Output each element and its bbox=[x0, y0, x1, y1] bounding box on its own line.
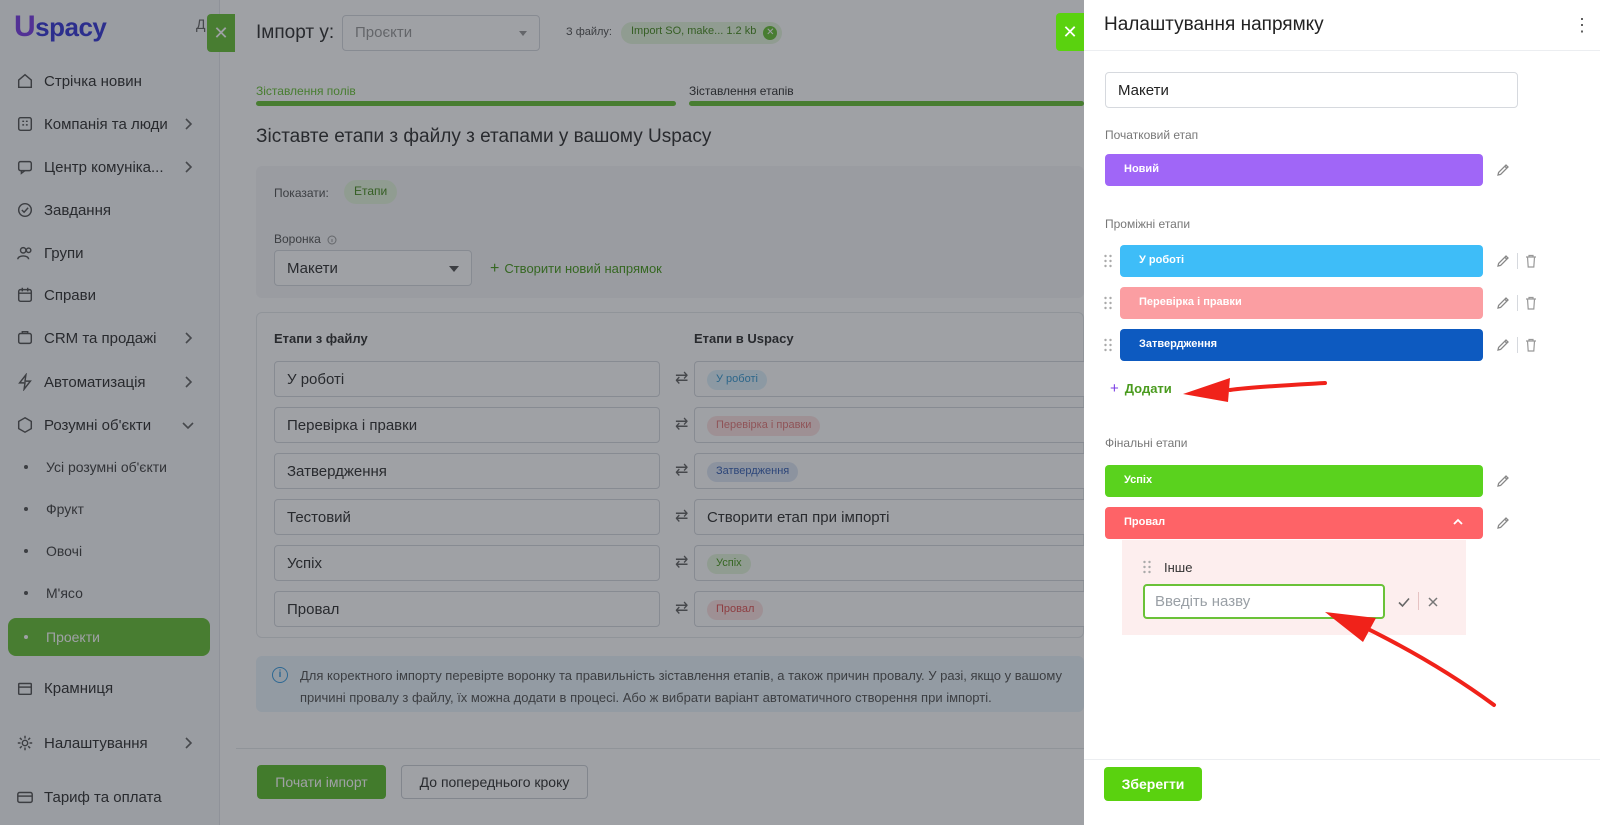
modal-overlay[interactable] bbox=[0, 0, 1084, 825]
more-options-icon[interactable]: ⋮ bbox=[1573, 16, 1591, 34]
stage-success[interactable]: Успіх bbox=[1105, 465, 1483, 497]
check-icon[interactable] bbox=[1397, 595, 1411, 609]
intermediate-stage[interactable]: Перевірка і правки bbox=[1120, 287, 1483, 319]
pencil-icon[interactable] bbox=[1495, 473, 1511, 489]
pencil-icon[interactable] bbox=[1495, 515, 1511, 531]
divider bbox=[1517, 337, 1518, 353]
intermediate-stage[interactable]: У роботі bbox=[1120, 245, 1483, 277]
failure-reason-name-input[interactable] bbox=[1143, 584, 1385, 619]
save-button[interactable]: Зберегти bbox=[1104, 767, 1202, 801]
trash-icon[interactable] bbox=[1524, 253, 1538, 269]
pencil-icon[interactable] bbox=[1495, 295, 1511, 311]
direction-name-input[interactable]: Макети bbox=[1105, 72, 1518, 108]
close-icon: ✕ bbox=[1062, 21, 1078, 42]
divider bbox=[1084, 759, 1600, 760]
section-initial-stage: Початковий етап bbox=[1105, 128, 1199, 142]
pencil-icon[interactable] bbox=[1495, 337, 1511, 353]
failure-reason-other: Інше bbox=[1164, 560, 1193, 575]
stage-new[interactable]: Новий bbox=[1105, 154, 1483, 186]
divider bbox=[1517, 295, 1518, 311]
close-icon[interactable] bbox=[1427, 596, 1439, 608]
plus-icon: + bbox=[1110, 380, 1119, 397]
section-intermediate-stages: Проміжні етапи bbox=[1105, 217, 1191, 231]
drag-handle-icon[interactable] bbox=[1103, 254, 1113, 268]
trash-icon[interactable] bbox=[1524, 295, 1538, 311]
close-drawer-button[interactable]: ✕ bbox=[1056, 13, 1084, 51]
drawer-title: Налаштування напрямку bbox=[1104, 14, 1324, 35]
stage-failure[interactable]: Провал bbox=[1105, 507, 1483, 539]
drag-handle-icon[interactable] bbox=[1103, 296, 1113, 310]
divider bbox=[1517, 253, 1518, 269]
chevron-up-icon[interactable] bbox=[1452, 516, 1464, 528]
trash-icon[interactable] bbox=[1524, 337, 1538, 353]
pencil-icon[interactable] bbox=[1495, 253, 1511, 269]
intermediate-stage[interactable]: Затвердження bbox=[1120, 329, 1483, 361]
pencil-icon[interactable] bbox=[1495, 162, 1511, 178]
section-final-stages: Фінальні етапи bbox=[1105, 436, 1188, 450]
drag-handle-icon[interactable] bbox=[1142, 560, 1152, 574]
drag-handle-icon[interactable] bbox=[1103, 338, 1113, 352]
failure-reasons-panel: Інше bbox=[1122, 540, 1466, 635]
add-stage-button[interactable]: + Додати bbox=[1110, 380, 1172, 397]
divider bbox=[1084, 50, 1600, 51]
divider bbox=[1418, 592, 1419, 610]
direction-settings-drawer: Налаштування напрямку ⋮ Макети Початкови… bbox=[1084, 0, 1600, 825]
